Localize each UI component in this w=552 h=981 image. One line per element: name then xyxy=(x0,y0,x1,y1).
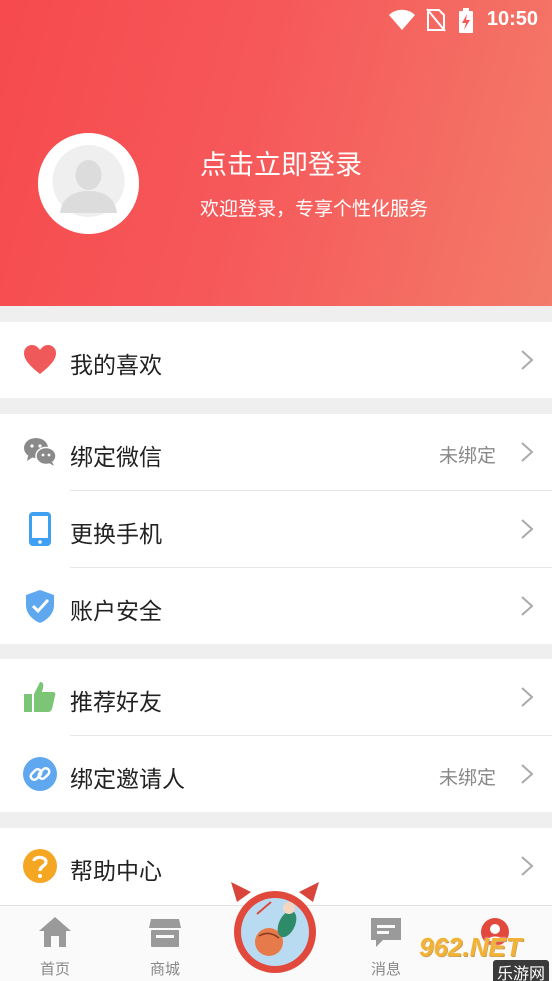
inviter-status: 未绑定 xyxy=(438,767,496,789)
site-watermark: 962.NET 乐游网 xyxy=(415,918,552,981)
tab-label: 首页 xyxy=(39,960,70,978)
help-circle-icon xyxy=(23,849,57,883)
avatar[interactable] xyxy=(38,133,139,234)
link-icon xyxy=(23,757,57,791)
login-subtitle: 欢迎登录，专享个性化服务 xyxy=(200,198,429,220)
tab-home[interactable]: 首页 xyxy=(15,906,95,981)
phone-icon xyxy=(29,512,51,546)
message-icon xyxy=(371,918,401,947)
menu-label: 账户安全 xyxy=(70,599,162,625)
menu-label: 绑定微信 xyxy=(70,445,162,471)
watermark-brand: 962.NET xyxy=(419,932,522,962)
login-title[interactable]: 点击立即登录 xyxy=(200,143,362,182)
store-icon xyxy=(149,919,181,947)
menu-label: 推荐好友 xyxy=(70,690,162,716)
chevron-right-icon xyxy=(521,519,534,539)
wechat-icon xyxy=(24,438,57,466)
wechat-status: 未绑定 xyxy=(438,445,496,467)
watermark-site: 乐游网 xyxy=(493,960,550,981)
chevron-right-icon xyxy=(521,856,534,876)
menu-label: 绑定邀请人 xyxy=(70,767,185,793)
chevron-right-icon xyxy=(521,764,534,784)
user-silhouette-icon xyxy=(38,133,139,234)
chevron-right-icon xyxy=(521,596,534,616)
menu-label: 更换手机 xyxy=(70,522,162,548)
tab-label: 消息 xyxy=(370,960,401,978)
shield-check-icon xyxy=(26,590,54,623)
menu-label: 我的喜欢 xyxy=(70,353,162,379)
chevron-right-icon xyxy=(521,442,534,462)
center-game-button[interactable] xyxy=(227,880,323,976)
menu-group-invite: 推荐好友 绑定邀请人 未绑定 xyxy=(0,659,552,812)
status-time: 10:50 xyxy=(486,8,538,30)
game-mascot-icon xyxy=(231,882,319,973)
profile-header: 10:50 点击立即登录 欢迎登录，专享个性化服务 xyxy=(0,0,552,306)
chevron-right-icon xyxy=(521,350,534,370)
menu-item-bind-inviter[interactable]: 绑定邀请人 未绑定 xyxy=(0,736,552,812)
tab-messages[interactable]: 消息 xyxy=(346,906,426,981)
status-bar: 10:50 xyxy=(0,0,552,40)
chevron-right-icon xyxy=(521,687,534,707)
heart-icon xyxy=(24,345,56,374)
wifi-icon xyxy=(389,9,415,30)
menu-item-change-phone[interactable]: 更换手机 xyxy=(0,491,552,567)
home-icon xyxy=(39,917,71,947)
menu-item-favorites[interactable]: 我的喜欢 xyxy=(0,322,552,398)
tab-label: 商城 xyxy=(149,960,180,978)
thumbs-up-icon xyxy=(24,682,56,712)
menu-item-bind-wechat[interactable]: 绑定微信 未绑定 xyxy=(0,414,552,490)
menu-label: 帮助中心 xyxy=(70,859,162,885)
menu-group-account: 绑定微信 未绑定 更换手机 账户安全 xyxy=(0,414,552,644)
menu-group-favorites: 我的喜欢 xyxy=(0,322,552,398)
tab-mall[interactable]: 商城 xyxy=(125,906,205,981)
menu-item-recommend-friends[interactable]: 推荐好友 xyxy=(0,659,552,735)
menu-item-account-security[interactable]: 账户安全 xyxy=(0,568,552,644)
no-sim-icon xyxy=(426,8,446,32)
battery-charging-icon xyxy=(459,8,473,33)
